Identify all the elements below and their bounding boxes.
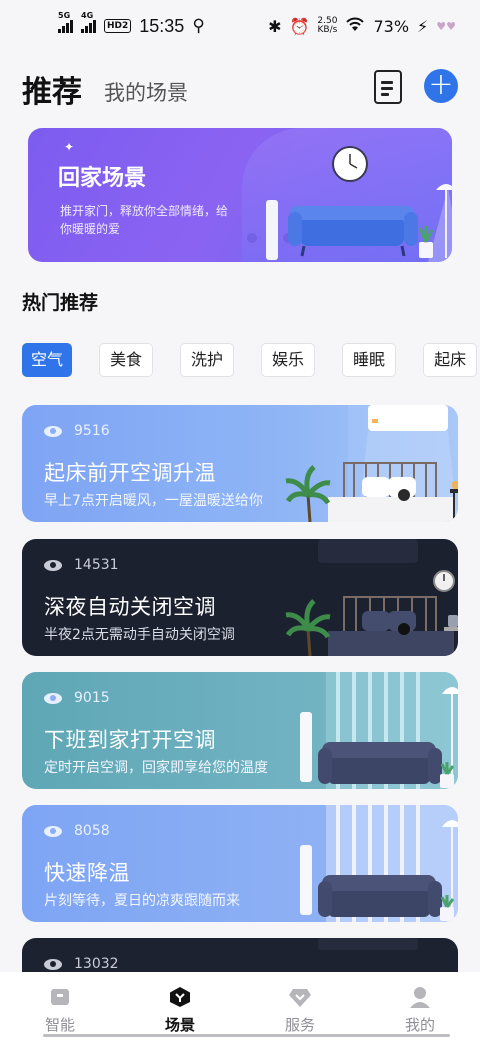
eye-icon — [44, 559, 62, 571]
view-count: 8058 — [44, 823, 110, 839]
alarm-icon: ⏰ — [289, 16, 310, 36]
chip-food[interactable]: 美食 — [99, 343, 154, 377]
view-count-value: 8058 — [74, 823, 110, 839]
view-count-value: 9516 — [74, 423, 110, 439]
bottom-nav: 智能 场景 服务 我的 — [0, 972, 480, 1040]
view-count: 14531 — [44, 557, 119, 573]
living-room-illustration — [247, 146, 452, 262]
scene-card[interactable]: 8058 快速降温 片刻等待，夏日的凉爽跟随而来 — [22, 805, 458, 922]
usb-icon: ⚲ — [192, 16, 205, 36]
bedroom-night-illustration — [285, 539, 458, 656]
scene-card[interactable]: 14531 深夜自动关闭空调 半夜2点无需动手自动关闭空调 — [22, 539, 458, 656]
category-chips: 空气 美食 洗护 娱乐 睡眠 起床 — [22, 343, 480, 377]
nav-label: 服务 — [284, 1016, 315, 1034]
nav-service[interactable]: 服务 — [240, 972, 360, 1040]
nav-label: 智能 — [44, 1016, 75, 1034]
living-room-illustration — [300, 672, 458, 789]
chip-entertainment[interactable]: 娱乐 — [261, 343, 316, 377]
tab-my-scenes[interactable]: 我的场景 — [104, 77, 188, 107]
nav-label: 我的 — [404, 1016, 435, 1034]
signal-5g-icon: 5G — [58, 11, 73, 33]
chip-sleep[interactable]: 睡眠 — [342, 343, 397, 377]
device-icon — [51, 989, 69, 1005]
sparkle-icon: ✦ — [64, 140, 75, 154]
view-count-value: 14531 — [74, 557, 119, 573]
banner-title: 回家场景 — [58, 166, 147, 191]
scene-description: 半夜2点无需动手自动关闭空调 — [44, 627, 235, 643]
signal-4g-icon: 4G — [81, 11, 96, 33]
nav-scenes[interactable]: 场景 — [120, 972, 240, 1040]
hd-badge: HD2 — [104, 19, 132, 33]
charging-icon: ⚡ — [417, 16, 429, 36]
scene-description: 早上7点开启暖风，一屋温暖送给你 — [44, 493, 263, 509]
document-icon[interactable] — [374, 70, 402, 104]
plus-icon[interactable]: + — [424, 69, 458, 103]
scene-description: 定时开启空调，回家即享给您的温度 — [44, 760, 268, 776]
nav-mine[interactable]: 我的 — [360, 972, 480, 1040]
view-count-value: 13032 — [74, 956, 119, 972]
view-count: 9516 — [44, 423, 110, 439]
chip-wakeup[interactable]: 起床 — [423, 343, 478, 377]
signal-4g-label: 4G — [81, 11, 94, 20]
tab-recommend[interactable]: 推荐 — [22, 67, 82, 111]
scene-title: 起床前开空调升温 — [44, 461, 216, 485]
person-icon — [410, 987, 430, 1008]
bluetooth-icon: ✱ — [268, 16, 282, 36]
eye-icon — [44, 825, 62, 837]
eye-icon — [44, 425, 62, 437]
scene-title: 快速降温 — [44, 861, 130, 885]
eye-icon — [44, 692, 62, 704]
hot-section-title: 热门推荐 — [22, 292, 99, 314]
status-bar: 5G 4G HD2 15:35 ⚲ ✱ ⏰ 2.50 KB/s 73% ⚡ ♥♥ — [0, 0, 480, 52]
wifi-icon — [345, 17, 365, 36]
battery-percent: 73% — [373, 16, 410, 36]
heart-status-icon: ♥♥ — [436, 19, 456, 33]
top-nav: 推荐 我的场景 + — [22, 66, 458, 112]
network-speed-unit: KB/s — [317, 25, 338, 35]
view-count: 13032 — [44, 956, 119, 972]
chip-air[interactable]: 空气 — [22, 343, 72, 377]
signal-5g-label: 5G — [58, 11, 71, 20]
scene-card[interactable]: 9015 下班到家打开空调 定时开启空调，回家即享给您的温度 — [22, 672, 458, 789]
scene-description: 片刻等待，夏日的凉爽跟随而来 — [44, 893, 240, 909]
nav-label: 场景 — [164, 1016, 195, 1034]
home-scene-banner[interactable]: ✦ 回家场景 推开家门，释放你全部情绪，给你暖暖的爱 — [28, 128, 452, 262]
view-count: 9015 — [44, 690, 110, 706]
status-time: 15:35 — [139, 15, 185, 36]
scene-title: 深夜自动关闭空调 — [44, 595, 216, 619]
diamond-icon — [289, 989, 311, 1007]
eye-icon — [44, 958, 62, 970]
living-room-cooling-illustration — [300, 805, 458, 922]
network-speed: 2.50 KB/s — [317, 17, 337, 35]
scene-card[interactable]: 9516 起床前开空调升温 早上7点开启暖风，一屋温暖送给你 — [22, 405, 458, 522]
chip-laundry[interactable]: 洗护 — [180, 343, 235, 377]
scene-hexagon-icon — [170, 987, 190, 1007]
nav-smart[interactable]: 智能 — [0, 972, 120, 1040]
gesture-bar — [43, 1034, 450, 1037]
bedroom-morning-illustration — [285, 405, 458, 522]
view-count-value: 9015 — [74, 690, 110, 706]
scene-title: 下班到家打开空调 — [44, 728, 216, 752]
